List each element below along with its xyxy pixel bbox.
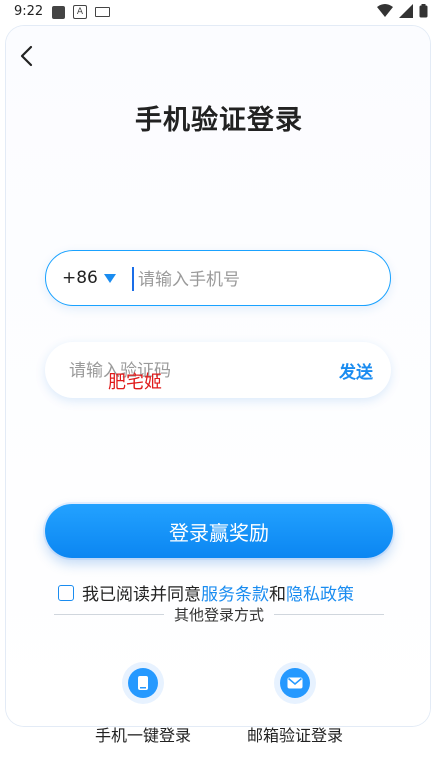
email-login-icon-ring xyxy=(274,662,316,704)
code-field: 发送 xyxy=(45,342,391,398)
notification-icon xyxy=(52,5,65,19)
page-title: 手机验证登录 xyxy=(135,105,303,136)
phone-input[interactable] xyxy=(136,265,370,295)
divider-line-left xyxy=(54,613,164,615)
overlay-watermark-text: 肥宅姬 xyxy=(108,372,162,393)
terms-link[interactable]: 服务条款 xyxy=(201,585,269,605)
mail-icon xyxy=(280,668,310,698)
other-login-divider: 其他登录方式 xyxy=(54,604,385,624)
login-button[interactable]: 登录赢奖励 xyxy=(45,504,393,558)
signal-icon xyxy=(399,4,413,18)
status-left-icons: A xyxy=(52,5,110,19)
agreement-checkbox[interactable] xyxy=(58,584,74,601)
other-login-title: 其他登录方式 xyxy=(174,605,265,624)
back-arrow-icon xyxy=(20,45,33,67)
code-input[interactable] xyxy=(67,356,301,386)
status-bar: 9:22 A xyxy=(0,0,438,24)
phone-field: +86 xyxy=(45,250,391,306)
battery-icon xyxy=(419,4,428,18)
agreement-prefix: 我已阅读并同意 xyxy=(82,585,201,605)
phone-one-click-login[interactable]: 手机一键登录 xyxy=(83,662,203,746)
email-verify-login[interactable]: 邮箱验证登录 xyxy=(235,662,355,746)
back-button[interactable] xyxy=(14,42,40,70)
text-caret xyxy=(132,267,134,291)
a-badge-icon: A xyxy=(73,5,87,19)
keyboard-icon xyxy=(95,7,110,17)
privacy-link[interactable]: 隐私政策 xyxy=(286,585,354,605)
country-code-value: +86 xyxy=(62,268,98,288)
wifi-icon xyxy=(377,4,393,17)
send-code-button[interactable]: 发送 xyxy=(339,358,373,383)
email-login-label: 邮箱验证登录 xyxy=(246,726,343,745)
phone-login-label: 手机一键登录 xyxy=(94,726,191,745)
agreement-row: 我已阅读并同意服务条款和隐私政策 xyxy=(58,580,354,605)
divider-line-right xyxy=(274,613,385,615)
dropdown-triangle-icon xyxy=(103,273,116,283)
phone-icon xyxy=(128,668,158,698)
status-time: 9:22 xyxy=(14,4,44,19)
country-code-select[interactable]: +86 xyxy=(62,268,116,288)
agreement-and: 和 xyxy=(269,585,286,605)
status-right-icons xyxy=(377,4,428,18)
phone-login-icon-ring xyxy=(122,662,164,704)
